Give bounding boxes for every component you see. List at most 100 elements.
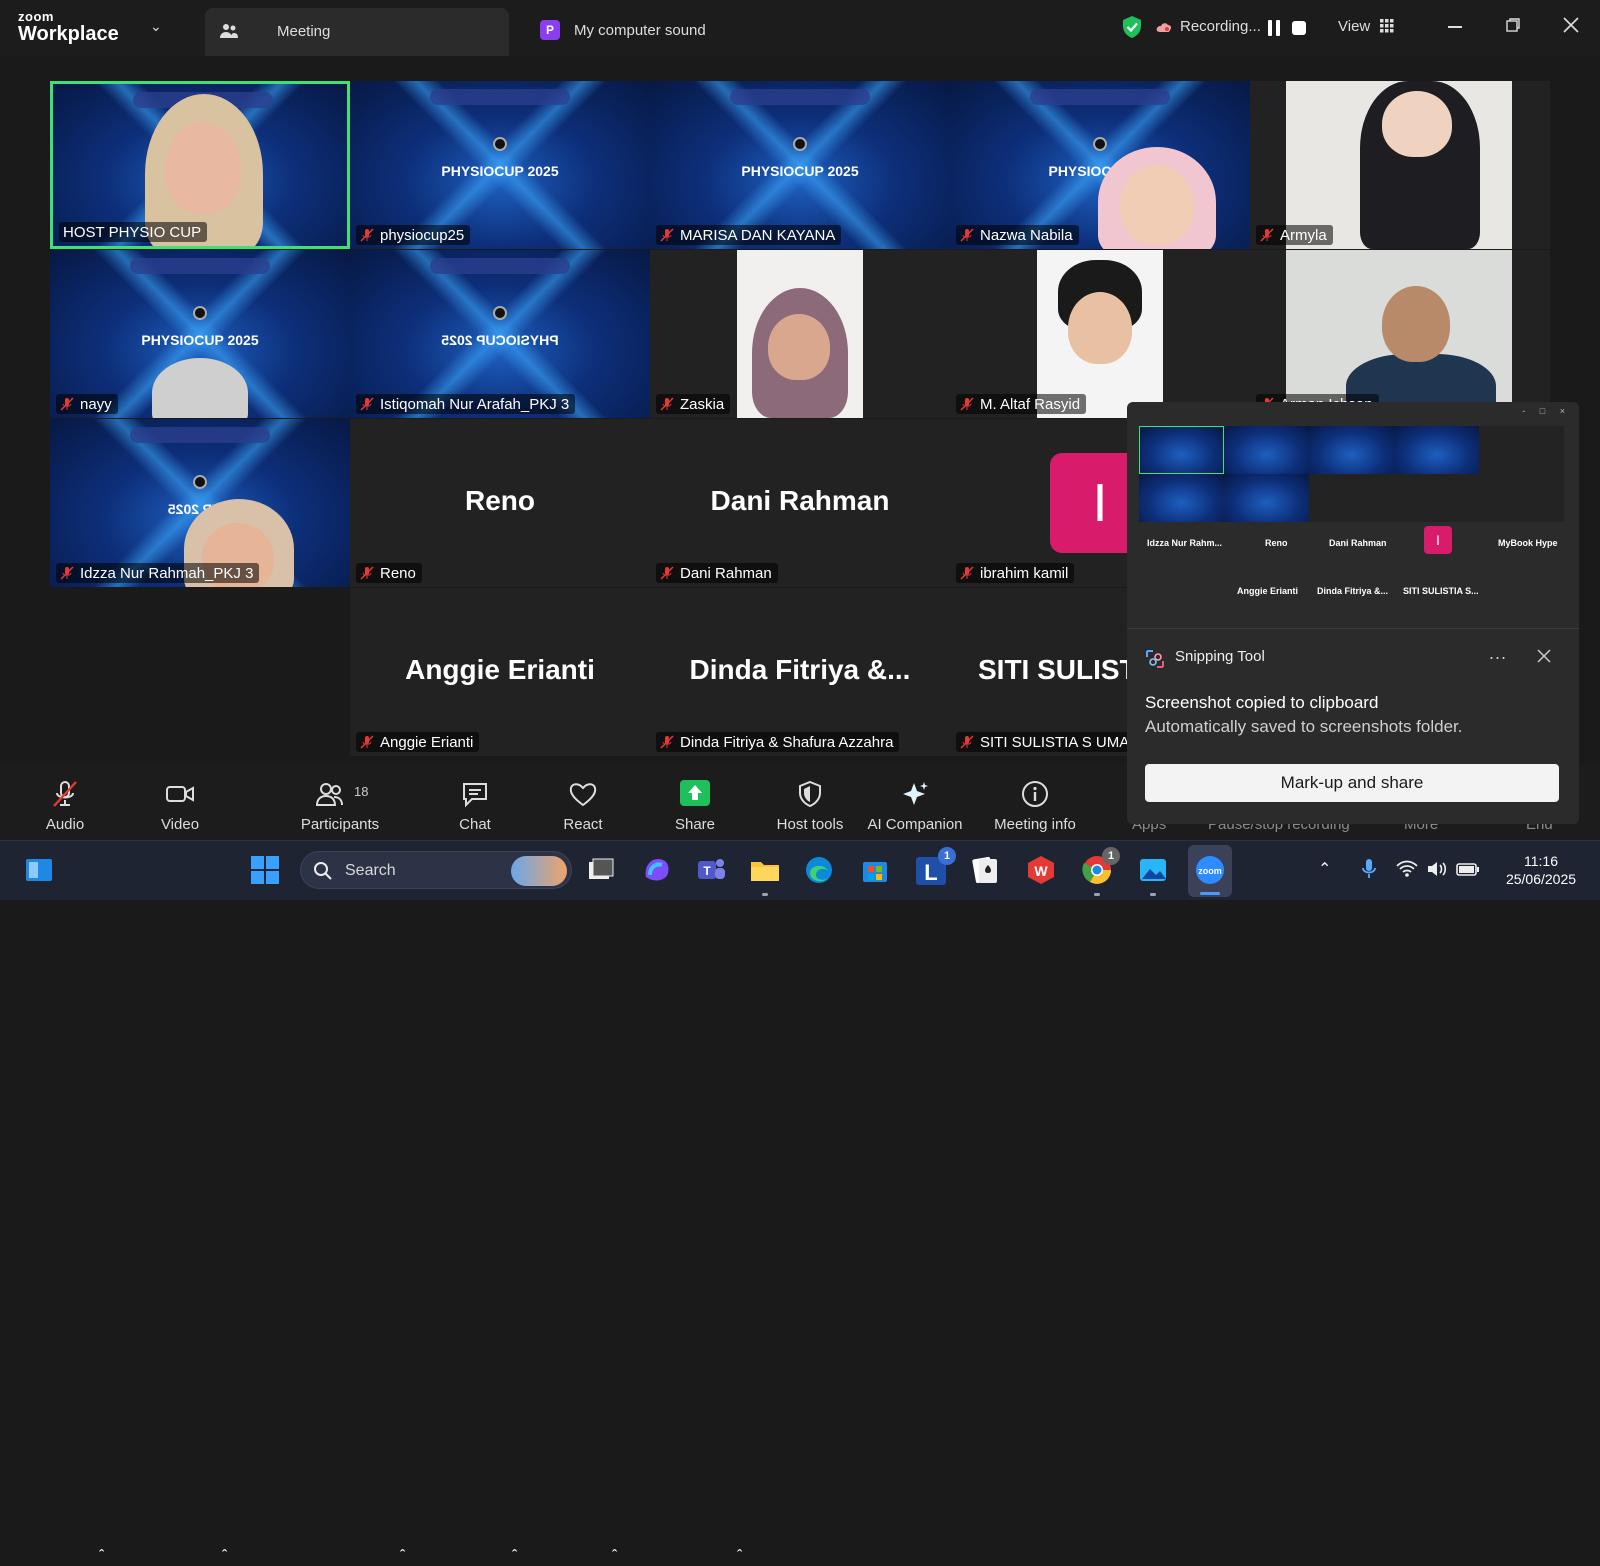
sparkle-icon xyxy=(903,782,928,805)
share-label: Share xyxy=(674,816,716,833)
wifi-icon[interactable] xyxy=(1396,859,1418,879)
video-tile[interactable]: Arman Ichsan xyxy=(1250,250,1550,418)
close-icon[interactable] xyxy=(1537,649,1551,663)
svg-text:W: W xyxy=(1034,863,1048,879)
preview-label: Dani Rahman xyxy=(1329,538,1387,548)
name-label: ibrahim kamil xyxy=(956,563,1075,583)
markup-share-button[interactable]: Mark-up and share xyxy=(1145,764,1559,802)
video-tile[interactable]: CUP 2025 Idzza Nur Rahmah_PKJ 3 xyxy=(50,419,350,587)
mic-muted-icon xyxy=(960,397,974,411)
pause-recording-button[interactable] xyxy=(1268,20,1282,36)
video-tile[interactable]: PHYSIOCUP 2025 nayy xyxy=(50,250,350,418)
edge-icon[interactable] xyxy=(802,853,836,887)
background-text: PHYSIOCUP 2025 xyxy=(741,163,859,179)
meeting-info-label: Meeting info xyxy=(994,816,1076,833)
react-button[interactable]: React xyxy=(548,764,618,840)
windows-start-icon[interactable] xyxy=(248,853,282,887)
participant-name: SITI SULISTIA S UMAR xyxy=(980,733,1141,751)
battery-icon[interactable] xyxy=(1456,859,1480,879)
screenshot-preview[interactable]: - □ × Idzza Nur Rahm... Reno Dani Rahman… xyxy=(1127,402,1579,628)
chevron-up-icon[interactable]: ˆ xyxy=(612,1548,617,1566)
close-icon[interactable] xyxy=(1562,16,1580,34)
microsoft-store-icon[interactable] xyxy=(858,853,892,887)
microphone-icon[interactable] xyxy=(1360,857,1378,881)
video-tile[interactable]: PHYSIOCUP 2025 physiocup25 xyxy=(350,81,650,249)
snipping-tool-notification[interactable]: Snipping Tool ... Screenshot copied to c… xyxy=(1127,628,1579,824)
photos-icon[interactable] xyxy=(1136,853,1170,887)
mic-muted-icon xyxy=(660,397,674,411)
video-button[interactable]: Video xyxy=(145,764,215,840)
file-explorer-icon[interactable] xyxy=(748,853,782,887)
video-tile[interactable]: PHYSIOCUP 2025 MARISA DAN KAYANA xyxy=(650,81,950,249)
svg-text:T: T xyxy=(703,864,711,878)
copilot-icon[interactable] xyxy=(640,853,674,887)
video-tile[interactable]: HOST PHYSIO CUP xyxy=(50,81,350,249)
banner-decoration xyxy=(130,258,270,274)
more-options-icon[interactable]: ... xyxy=(1489,643,1507,664)
chat-button[interactable]: Chat xyxy=(440,764,510,840)
stop-recording-button[interactable] xyxy=(1292,21,1306,35)
chevron-down-icon[interactable]: ⌄ xyxy=(150,18,162,35)
chevron-up-icon[interactable]: ˆ xyxy=(99,1548,104,1566)
info-icon xyxy=(1022,781,1048,807)
host-tools-button[interactable]: Host tools xyxy=(760,764,860,840)
solitaire-icon[interactable] xyxy=(968,853,1002,887)
chevron-up-icon[interactable]: ˆ xyxy=(737,1548,742,1566)
notification-app-name: Snipping Tool xyxy=(1175,648,1265,665)
video-tile[interactable]: M. Altaf Rasyid xyxy=(950,250,1250,418)
minimize-icon[interactable] xyxy=(1448,26,1462,28)
participant-name: HOST PHYSIO CUP xyxy=(63,223,202,241)
chevron-up-icon[interactable]: ˆ xyxy=(512,1548,517,1566)
view-button[interactable]: View xyxy=(1336,14,1416,42)
video-tile[interactable]: Anggie Erianti Anggie Erianti xyxy=(350,588,650,756)
preview-tile xyxy=(1479,426,1564,474)
video-tile[interactable]: Reno Reno xyxy=(350,419,650,587)
preview-tile xyxy=(1139,474,1224,522)
participant-name: Istiqomah Nur Arafah_PKJ 3 xyxy=(380,395,570,413)
restore-icon[interactable] xyxy=(1506,18,1520,32)
audio-button[interactable]: Audio xyxy=(30,764,100,840)
zoom-taskbar-button[interactable]: zoom xyxy=(1188,845,1232,897)
office-w-icon[interactable]: W xyxy=(1024,853,1058,887)
tab-meeting[interactable]: Meeting xyxy=(205,8,509,56)
participant-name: Anggie Erianti xyxy=(380,733,474,751)
teams-icon[interactable]: T xyxy=(694,853,728,887)
svg-text:zoom: zoom xyxy=(1198,866,1222,876)
widgets-icon[interactable] xyxy=(22,853,56,887)
chevron-up-icon[interactable]: ⌃ xyxy=(1318,859,1331,879)
chevron-up-icon[interactable]: ˆ xyxy=(222,1548,227,1566)
task-view-icon[interactable] xyxy=(584,853,618,887)
participant-name: Dinda Fitriya & Shafura Azzahra xyxy=(680,733,894,751)
react-label: React xyxy=(563,816,603,833)
video-tile[interactable]: Zaskia xyxy=(650,250,950,418)
chevron-up-icon[interactable]: ˆ xyxy=(400,1548,405,1566)
video-tile[interactable]: Dani Rahman Dani Rahman xyxy=(650,419,950,587)
mic-muted-icon xyxy=(1260,228,1274,242)
mic-muted-icon xyxy=(960,566,974,580)
banner-decoration xyxy=(1030,89,1170,105)
recording-status: Recording... xyxy=(1180,18,1261,35)
participant-name: M. Altaf Rasyid xyxy=(980,395,1081,413)
preview-label: Dinda Fitriya &... xyxy=(1317,586,1389,596)
video-tile[interactable]: Armyla xyxy=(1250,81,1550,249)
participant-display-name: Dinda Fitriya &... xyxy=(689,654,911,685)
video-tile[interactable]: PHYSIOCUP 2025 Istiqomah Nur Arafah_PKJ … xyxy=(350,250,650,418)
mic-muted-icon xyxy=(53,781,77,807)
cloud-record-icon xyxy=(1156,23,1172,32)
ai-companion-button[interactable]: AI Companion xyxy=(860,764,970,840)
mic-muted-icon xyxy=(360,735,374,749)
volume-icon[interactable] xyxy=(1426,859,1448,879)
participant-name: Armyla xyxy=(1280,226,1327,244)
video-tile[interactable]: PHYSIOC Nazwa Nabila xyxy=(950,81,1250,249)
system-clock[interactable]: 11:16 25/06/2025 xyxy=(1496,852,1586,888)
search-highlight-image xyxy=(511,856,567,886)
mic-muted-icon xyxy=(660,735,674,749)
name-label: Armyla xyxy=(1256,225,1333,245)
mic-muted-icon xyxy=(960,228,974,242)
share-button[interactable]: Share xyxy=(660,764,730,840)
participants-button[interactable]: 18 Participants xyxy=(290,764,390,840)
taskbar-search[interactable]: Search xyxy=(300,851,572,889)
video-tile[interactable]: Dinda Fitriya &... Dinda Fitriya & Shafu… xyxy=(650,588,950,756)
shield-check-icon[interactable] xyxy=(1121,15,1143,39)
meeting-info-button[interactable]: Meeting info xyxy=(980,764,1090,840)
